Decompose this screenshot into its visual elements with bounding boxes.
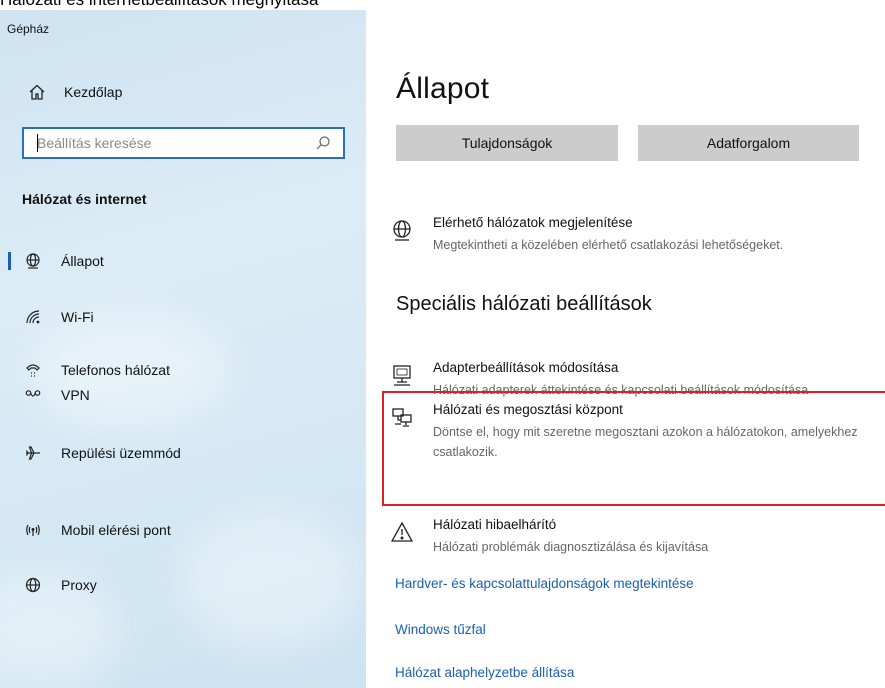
home-nav-item[interactable]: Kezdőlap bbox=[28, 80, 122, 104]
warning-icon bbox=[391, 521, 413, 542]
item-title: Hálózati hibaelhárító bbox=[433, 517, 557, 532]
selected-indicator bbox=[8, 252, 11, 270]
item-description: Hálózati problémák diagnosztizálása és k… bbox=[433, 540, 709, 554]
hardware-properties-link[interactable]: Hardver- és kapcsolattulajdonságok megte… bbox=[395, 576, 694, 591]
airplane-icon bbox=[25, 446, 40, 460]
sidebar-item-hotspot[interactable]: Mobil elérési pont bbox=[0, 515, 366, 545]
network-sharing-center-link[interactable]: Hálózati és megosztási központ Döntse el… bbox=[391, 402, 871, 466]
globe-icon bbox=[393, 220, 411, 241]
sidebar-item-label: Állapot bbox=[61, 253, 104, 269]
sidebar-item-label: Repülési üzemmód bbox=[61, 445, 181, 461]
sidebar: Gépház Kezdőlap Hálózat és internet Álla… bbox=[0, 10, 366, 688]
app-title: Gépház bbox=[7, 22, 50, 36]
section-title: Hálózat és internet bbox=[22, 191, 147, 207]
data-usage-button[interactable]: Adatforgalom bbox=[638, 125, 859, 161]
item-description: Döntse el, hogy mit szeretne megosztani … bbox=[433, 425, 858, 459]
properties-button[interactable]: Tulajdonságok bbox=[396, 125, 618, 161]
network-reset-link[interactable]: Hálózat alaphelyzetbe állítása bbox=[395, 665, 574, 680]
sidebar-item-airplane[interactable]: Repülési üzemmód bbox=[0, 438, 366, 468]
sidebar-item-wifi[interactable]: Wi-Fi bbox=[0, 302, 366, 332]
top-caption: Hálózati és internetbeállítások megnyitá… bbox=[0, 0, 885, 10]
show-available-networks-link[interactable]: Elérhető hálózatok megjelenítése Megteki… bbox=[391, 215, 871, 259]
sharing-center-icon bbox=[392, 408, 412, 427]
main-content: Állapot Tulajdonságok Adatforgalom Elérh… bbox=[366, 10, 885, 688]
item-title: Adapterbeállítások módosítása bbox=[433, 360, 619, 375]
sidebar-item-vpn[interactable]: VPN bbox=[0, 380, 366, 410]
search-box[interactable] bbox=[22, 127, 345, 159]
wifi-icon bbox=[26, 310, 40, 324]
top-caption-text: Hálózati és internetbeállítások megnyitá… bbox=[0, 0, 318, 10]
search-icon[interactable] bbox=[315, 135, 331, 151]
item-title: Elérhető hálózatok megjelenítése bbox=[433, 215, 633, 230]
monitor-network-icon bbox=[393, 365, 411, 386]
item-title: Hálózati és megosztási központ bbox=[433, 402, 623, 417]
vpn-icon bbox=[25, 390, 41, 397]
hotspot-icon bbox=[26, 524, 40, 536]
globe-icon bbox=[26, 253, 40, 269]
page-title: Állapot bbox=[396, 72, 490, 105]
sidebar-item-label: Proxy bbox=[61, 577, 97, 593]
search-input[interactable] bbox=[24, 130, 315, 156]
sidebar-item-label: Telefonos hálózat bbox=[61, 362, 170, 378]
section-subtitle: Speciális hálózati beállítások bbox=[396, 293, 652, 315]
sidebar-item-proxy[interactable]: Proxy bbox=[0, 570, 366, 600]
sidebar-item-label: Wi-Fi bbox=[61, 309, 94, 325]
sidebar-item-status[interactable]: Állapot bbox=[0, 246, 366, 276]
globe-icon bbox=[25, 577, 41, 593]
sidebar-item-label: VPN bbox=[61, 387, 90, 403]
windows-firewall-link[interactable]: Windows tűzfal bbox=[395, 622, 486, 637]
home-icon bbox=[29, 84, 45, 100]
home-label: Kezdőlap bbox=[64, 84, 123, 100]
text-caret bbox=[37, 134, 38, 152]
phone-icon bbox=[26, 364, 40, 377]
network-troubleshooter-link[interactable]: Hálózati hibaelhárító Hálózati problémák… bbox=[391, 517, 871, 561]
sidebar-item-label: Mobil elérési pont bbox=[61, 522, 171, 538]
item-description: Megtekintheti a közelében elérhető csatl… bbox=[433, 238, 784, 252]
